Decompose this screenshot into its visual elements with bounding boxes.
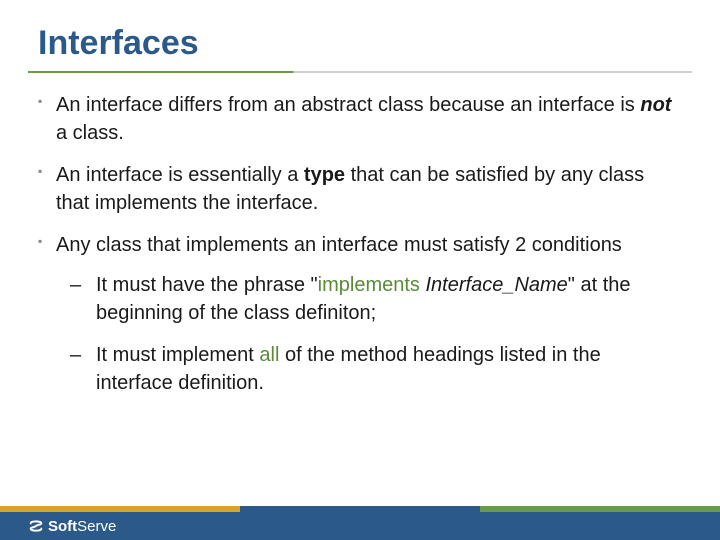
bullet-1-pre: An interface differs from an abstract cl… [56,94,640,116]
sub1-pre: It must have the phrase " [96,274,318,296]
subbullet-1: It must have the phrase "implements Inte… [70,271,682,327]
brand-suffix: Serve [77,518,116,535]
bullet-3-text: Any class that implements an interface m… [56,234,622,256]
bullet-3: Any class that implements an interface m… [38,231,682,397]
sub1-interface-name: Interface_Name [426,274,568,296]
slide-title: Interfaces [0,0,720,71]
footer: SoftServe [0,512,720,540]
bullet-1-em: not [640,94,671,116]
sub2-keyword: all [259,344,279,366]
bullet-1: An interface differs from an abstract cl… [38,91,682,147]
brand-prefix: Soft [48,518,77,535]
content-area: An interface differs from an abstract cl… [0,73,720,397]
bullet-2-bold: type [304,164,345,186]
subbullet-2: It must implement all of the method head… [70,341,682,397]
sub2-pre: It must implement [96,344,259,366]
bullet-1-post: a class. [56,122,124,144]
bullet-2: An interface is essentially a type that … [38,161,682,217]
brand-logo: SoftServe [28,518,116,535]
softserve-icon [28,518,44,534]
sub1-keyword: implements [318,274,420,296]
bullet-2-pre: An interface is essentially a [56,164,304,186]
